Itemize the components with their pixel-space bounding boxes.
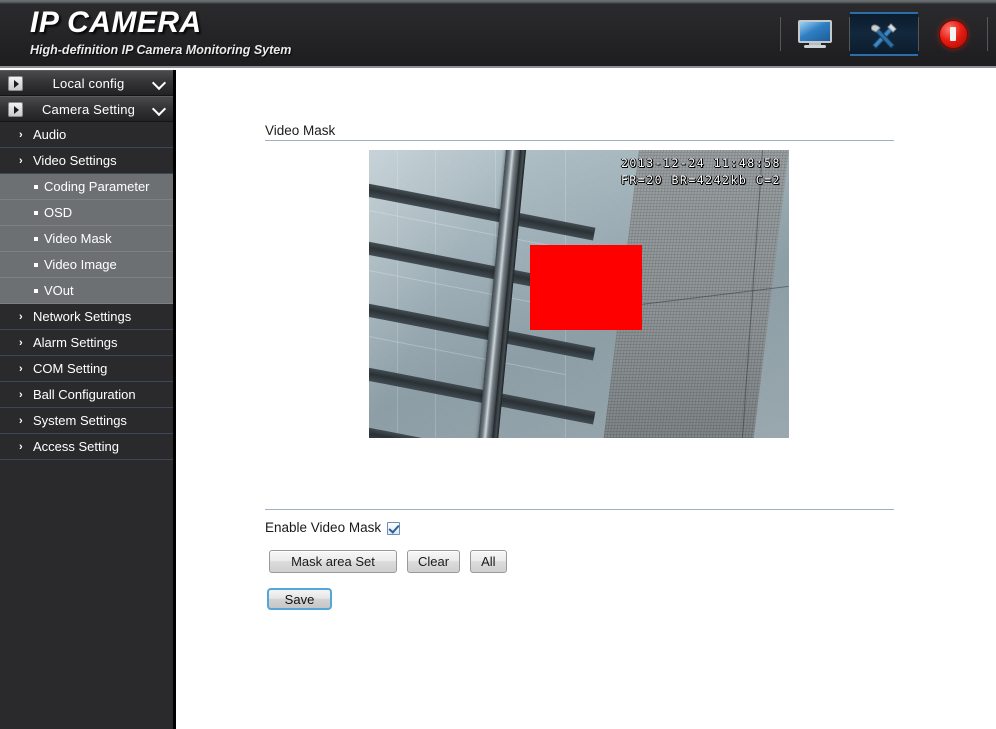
osd-timestamp: 2013-12-24 11:48:58 — [620, 156, 781, 170]
sidebar-item-label: VOut — [44, 283, 74, 298]
live-view-button[interactable] — [781, 12, 849, 56]
sidebar-item-system-settings[interactable]: › System Settings — [0, 408, 173, 434]
tools-icon — [867, 19, 901, 49]
brand: IP CAMERA High-definition IP Camera Moni… — [30, 6, 291, 59]
save-button-wrap: Save — [267, 588, 332, 610]
sidebar-item-label: Alarm Settings — [33, 335, 118, 350]
chevron-right-icon: › — [19, 155, 23, 167]
enable-video-mask-label: Enable Video Mask — [265, 520, 382, 535]
chevron-down-icon — [154, 104, 164, 114]
toolbar-divider — [987, 17, 988, 51]
clear-button[interactable]: Clear — [407, 550, 461, 573]
app-header: IP CAMERA High-definition IP Camera Moni… — [0, 0, 996, 68]
sidebar-item-vout[interactable]: VOut — [0, 278, 173, 304]
sidebar-group-local-config[interactable]: Local config — [0, 70, 173, 96]
title-divider — [265, 140, 894, 141]
monitor-icon — [798, 20, 832, 48]
chevron-right-icon: › — [19, 129, 23, 141]
sidebar-item-audio[interactable]: › Audio — [0, 122, 173, 148]
header-toolbar — [780, 0, 988, 68]
bullet-icon — [34, 289, 38, 293]
osd-stats: FR=20 BR=4242kb C=2 — [620, 173, 781, 187]
chevron-right-icon: › — [19, 311, 23, 323]
sidebar-item-video-settings[interactable]: › Video Settings — [0, 148, 173, 174]
video-osd-overlay: 2013-12-24 11:48:58 FR=20 BR=4242kb C=2 — [621, 155, 781, 189]
power-icon — [938, 19, 968, 49]
sidebar-filler — [0, 460, 173, 729]
sidebar-group-label: Camera Setting — [41, 101, 136, 117]
content-area: Video Mask 2013-12-24 11:48:58 FR=20 BR=… — [179, 70, 996, 729]
sidebar-item-label: System Settings — [33, 413, 127, 428]
mask-button-row: Mask area Set Clear All — [269, 550, 507, 573]
bullet-icon — [34, 263, 38, 267]
sidebar-item-ball-configuration[interactable]: › Ball Configuration — [0, 382, 173, 408]
chevron-right-icon: › — [19, 389, 23, 401]
sidebar-group-label: Local config — [52, 75, 125, 91]
sidebar: Local config Camera Setting › Audio › Vi… — [0, 70, 176, 729]
chevron-right-icon: › — [19, 363, 23, 375]
all-button[interactable]: All — [470, 550, 507, 573]
sidebar-item-com-setting[interactable]: › COM Setting — [0, 356, 173, 382]
sidebar-item-label: Video Image — [44, 257, 117, 272]
arrow-square-icon — [8, 102, 23, 117]
sidebar-item-label: Coding Parameter — [44, 179, 150, 194]
configuration-button[interactable] — [850, 12, 918, 56]
section-divider — [265, 509, 894, 510]
sidebar-item-label: Access Setting — [33, 439, 119, 454]
logout-button[interactable] — [919, 12, 987, 56]
sidebar-item-video-mask[interactable]: Video Mask — [0, 226, 173, 252]
sidebar-item-osd[interactable]: OSD — [0, 200, 173, 226]
sidebar-item-access-setting[interactable]: › Access Setting — [0, 434, 173, 460]
sidebar-item-label: Video Settings — [33, 153, 117, 168]
arrow-square-icon — [8, 76, 23, 91]
enable-video-mask-row[interactable]: Enable Video Mask — [265, 520, 401, 535]
sidebar-item-label: OSD — [44, 205, 73, 220]
mask-area-set-button[interactable]: Mask area Set — [269, 550, 397, 573]
bullet-icon — [34, 237, 38, 241]
page-title: Video Mask — [265, 123, 336, 138]
sidebar-item-video-image[interactable]: Video Image — [0, 252, 173, 278]
bullet-icon — [34, 185, 38, 189]
sidebar-group-camera-setting[interactable]: Camera Setting — [0, 96, 173, 122]
bullet-icon — [34, 211, 38, 215]
sidebar-item-coding-parameter[interactable]: Coding Parameter — [0, 174, 173, 200]
chevron-right-icon: › — [19, 441, 23, 453]
video-preview[interactable]: 2013-12-24 11:48:58 FR=20 BR=4242kb C=2 — [369, 150, 789, 438]
brand-subtitle: High-definition IP Camera Monitoring Syt… — [30, 43, 292, 57]
video-mask-region[interactable] — [530, 245, 642, 330]
brand-title: IP CAMERA — [30, 6, 202, 39]
sidebar-item-label: COM Setting — [33, 361, 108, 376]
save-button[interactable]: Save — [267, 588, 332, 610]
sidebar-item-network-settings[interactable]: › Network Settings — [0, 304, 173, 330]
chevron-down-icon — [154, 78, 164, 88]
sidebar-item-label: Network Settings — [33, 309, 132, 324]
sidebar-item-label: Ball Configuration — [33, 387, 136, 402]
app-window: IP CAMERA High-definition IP Camera Moni… — [0, 0, 996, 729]
sidebar-item-alarm-settings[interactable]: › Alarm Settings — [0, 330, 173, 356]
enable-video-mask-checkbox[interactable] — [387, 521, 401, 535]
chevron-right-icon: › — [19, 415, 23, 427]
sidebar-item-label: Audio — [33, 127, 67, 142]
sidebar-item-label: Video Mask — [44, 231, 112, 246]
chevron-right-icon: › — [19, 337, 23, 349]
